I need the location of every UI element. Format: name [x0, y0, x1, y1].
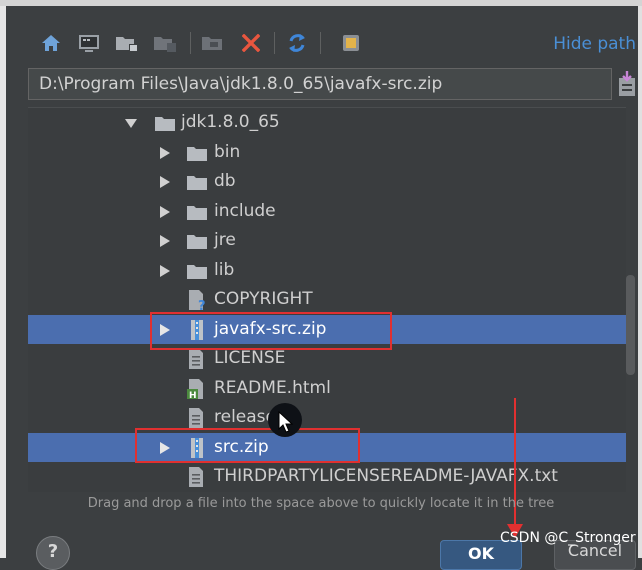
tree-item-label: bin: [214, 141, 241, 162]
window-left-edge: [0, 6, 6, 558]
show-hidden-icon[interactable]: [338, 30, 364, 56]
tree-item-label: README.html: [214, 377, 331, 398]
tree-row-copyright[interactable]: ? COPYRIGHT: [28, 285, 626, 315]
svg-text:H: H: [189, 391, 197, 400]
toolbar-separator: [190, 32, 191, 54]
unknown-file-icon: ?: [189, 290, 206, 311]
collapsed-arrow-icon[interactable]: [158, 175, 172, 189]
highlight-box-src-zip: [135, 428, 360, 463]
text-file-icon: [189, 467, 203, 487]
folder-icon: [187, 235, 207, 249]
tree-item-label: jdk1.8.0_65: [181, 112, 280, 132]
tree-item-label: jre: [214, 230, 236, 250]
collapsed-arrow-icon[interactable]: [158, 264, 172, 278]
text-file-icon: [189, 349, 203, 369]
collapsed-arrow-icon[interactable]: [158, 146, 172, 160]
folder-icon: [187, 146, 207, 161]
svg-text:?: ?: [198, 299, 206, 311]
tree-item-label: lib: [214, 259, 235, 280]
folder-icon: [187, 205, 207, 220]
file-chooser-toolbar: Hide path: [28, 22, 638, 64]
watermark-text: CSDN @C_Stronger: [500, 530, 636, 546]
new-folder-icon[interactable]: [200, 30, 226, 56]
hide-path-link[interactable]: Hide path: [553, 34, 636, 54]
tree-row-jre[interactable]: jre: [28, 226, 626, 256]
tree-item-label: COPYRIGHT: [214, 289, 313, 309]
tree-row-readme[interactable]: H README.html: [28, 374, 626, 404]
path-field-container: [28, 68, 612, 100]
desktop-icon[interactable]: [76, 30, 102, 56]
highlight-box-javafx-src: [150, 312, 392, 350]
folder-icon: [187, 264, 207, 279]
toolbar-separator: [274, 32, 275, 54]
expanded-arrow-icon[interactable]: [124, 116, 138, 130]
toolbar-separator: [320, 32, 321, 54]
tree-item-label: db: [214, 171, 236, 191]
tree-item-label: release: [214, 407, 276, 427]
drag-drop-hint: Drag and drop a file into the space abov…: [87, 496, 555, 511]
text-file-icon: [189, 408, 203, 428]
tree-row-bin[interactable]: bin: [28, 138, 626, 168]
collapsed-arrow-icon[interactable]: [158, 205, 172, 219]
folder-icon: [155, 117, 175, 131]
download-history-icon: [619, 71, 635, 96]
window-right-edge: [638, 6, 642, 558]
tree-scrollbar-thumb[interactable]: [626, 275, 635, 375]
module-folder-icon[interactable]: [152, 30, 178, 56]
collapsed-arrow-icon[interactable]: [158, 234, 172, 248]
html-file-icon: H: [187, 378, 203, 400]
tree-row-jdk[interactable]: jdk1.8.0_65: [28, 108, 626, 138]
mouse-cursor-icon: [278, 410, 294, 433]
delete-icon[interactable]: [238, 30, 264, 56]
tree-row-thirdparty[interactable]: THIRDPARTYLICENSEREADME-JAVAFX.txt: [28, 462, 626, 492]
refresh-icon[interactable]: [284, 30, 310, 56]
tree-item-label: THIRDPARTYLICENSEREADME-JAVAFX.txt: [214, 466, 558, 486]
tree-row-db[interactable]: db: [28, 167, 626, 197]
path-input[interactable]: [29, 69, 611, 99]
tree-row-include[interactable]: include: [28, 197, 626, 227]
tree-item-label: include: [214, 200, 276, 221]
help-button[interactable]: ?: [36, 536, 70, 570]
window-top-edge: [0, 0, 642, 6]
home-icon[interactable]: [38, 30, 64, 56]
tree-row-lib[interactable]: lib: [28, 256, 626, 286]
folder-icon: [187, 176, 207, 190]
project-folder-icon[interactable]: [114, 30, 140, 56]
path-history-button[interactable]: [616, 70, 638, 98]
tree-item-label: LICENSE: [214, 348, 286, 368]
